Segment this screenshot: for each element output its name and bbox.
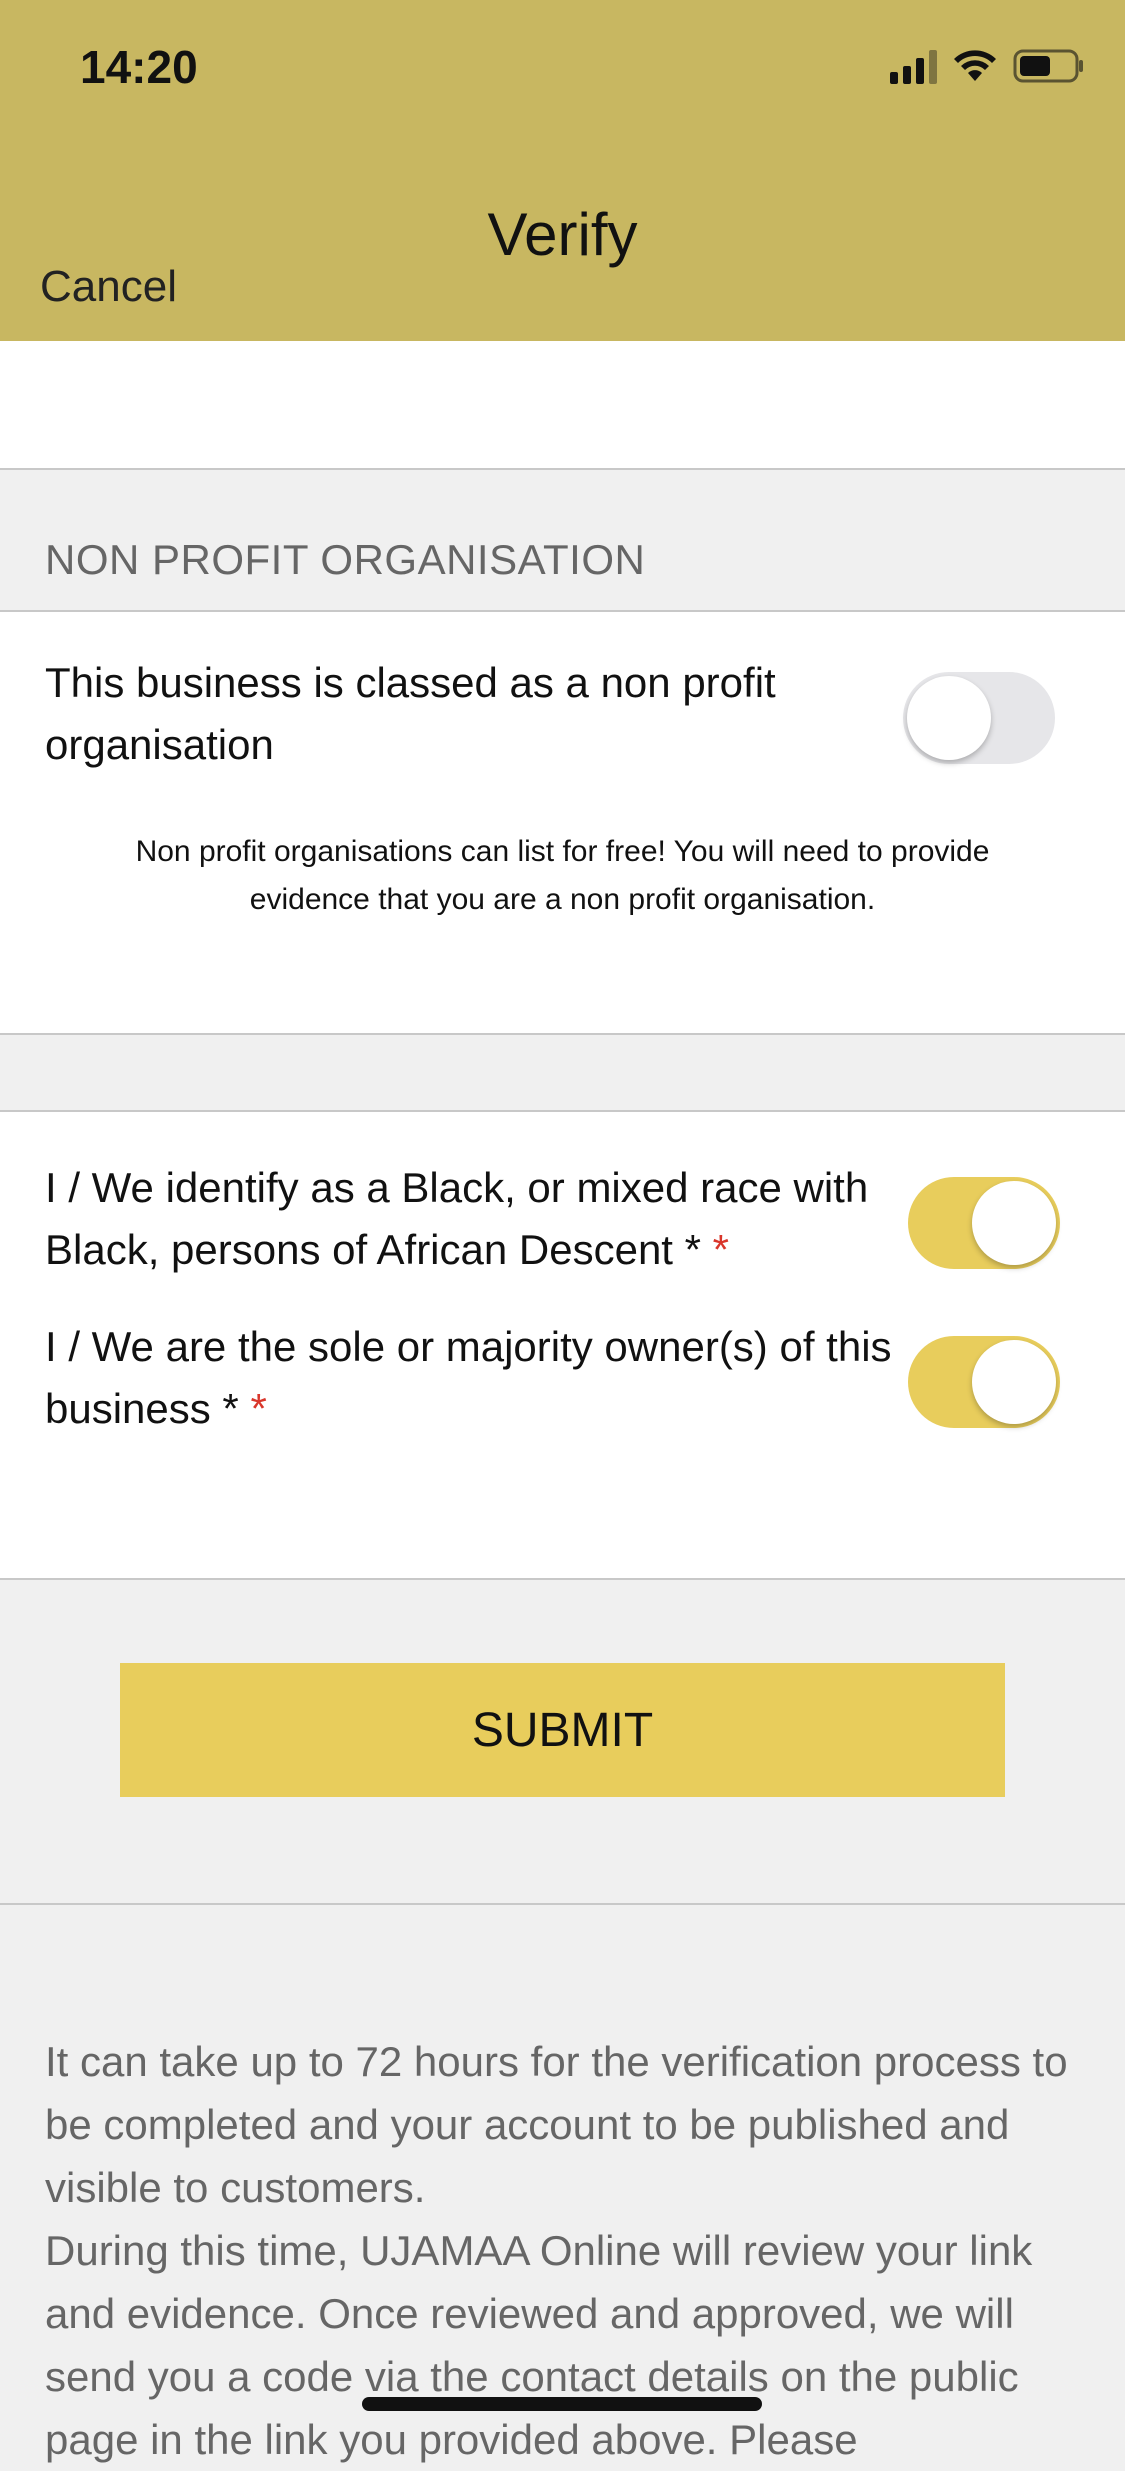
toggle-knob	[972, 1340, 1056, 1424]
majority-owner-toggle[interactable]	[908, 1336, 1060, 1428]
non-profit-note: Non profit organisations can list for fr…	[135, 835, 990, 916]
battery-icon	[1013, 49, 1083, 83]
toggle-knob	[907, 676, 991, 760]
status-bar-icons	[890, 48, 1085, 84]
declaration-label-african-descent: I / We identify as a Black, or mixed rac…	[45, 1157, 895, 1281]
required-asterisk: *	[712, 1226, 730, 1273]
home-indicator[interactable]	[362, 2397, 762, 2411]
non-profit-toggle-label: This business is classed as a non profit…	[45, 659, 776, 768]
african-descent-toggle[interactable]	[908, 1177, 1060, 1269]
cellular-signal-icon	[890, 48, 937, 84]
info-paragraph-1: It can take up to 72 hours for the verif…	[45, 2038, 1068, 2211]
required-asterisk: *	[250, 1385, 267, 1432]
submit-area: SUBMIT	[0, 1580, 1125, 1905]
declaration-label-majority-owner: I / We are the sole or majority owner(s)…	[45, 1316, 895, 1440]
non-profit-toggle[interactable]	[903, 672, 1055, 764]
declaration-text: I / We identify as a Black, or mixed rac…	[45, 1164, 869, 1273]
info-paragraph-2: During this time, UJAMAA Online will rev…	[45, 2227, 1033, 2463]
declarations-card: I / We identify as a Black, or mixed rac…	[0, 1110, 1125, 1580]
toggle-knob	[972, 1181, 1056, 1265]
top-blank-strip	[0, 341, 1125, 470]
submit-button[interactable]: SUBMIT	[120, 1663, 1005, 1797]
status-bar-time: 14:20	[80, 41, 198, 93]
page-title: Verify	[487, 201, 638, 268]
navigation-header: 14:20 Verify Cancel	[0, 0, 1125, 341]
section-header-non-profit: NON PROFIT ORGANISATION	[45, 536, 646, 583]
non-profit-card: This business is classed as a non profit…	[0, 610, 1125, 1035]
declaration-text: I / We are the sole or majority owner(s)…	[45, 1323, 892, 1432]
cancel-button[interactable]: Cancel	[40, 262, 177, 312]
wifi-icon	[954, 50, 996, 81]
